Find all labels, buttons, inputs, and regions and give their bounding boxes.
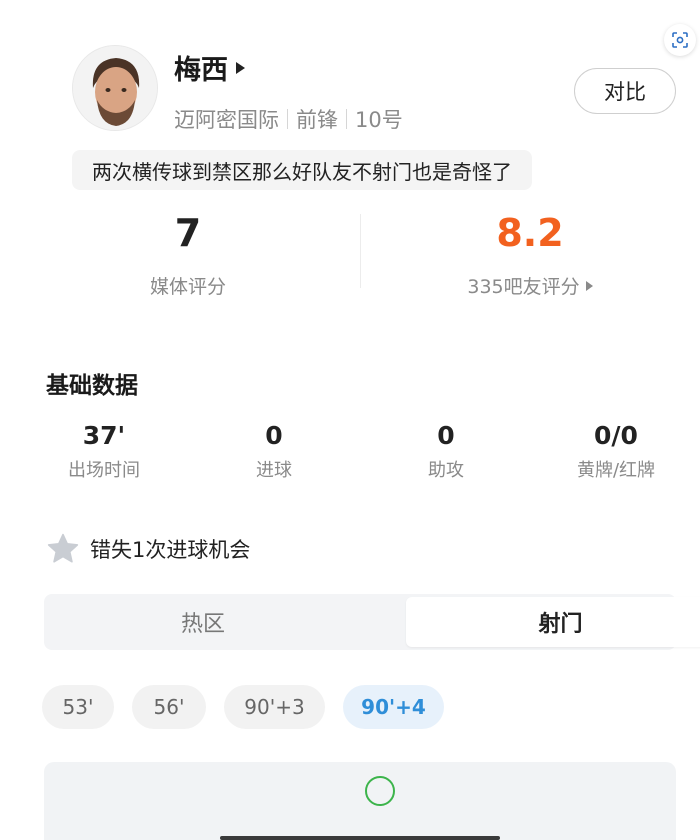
stat-value: 0/0 xyxy=(594,421,638,450)
pitch-line xyxy=(220,836,500,840)
stat-value: 0 xyxy=(437,421,455,450)
player-avatar-image xyxy=(73,46,157,130)
media-rating-label: 媒体评分 xyxy=(38,272,338,299)
player-number: 10号 xyxy=(355,108,403,132)
missed-chance-text: 错失1次进球机会 xyxy=(90,538,251,562)
media-rating-label-text: 媒体评分 xyxy=(149,276,226,298)
stat-cards: 0/0 黄牌/红牌 xyxy=(546,420,686,482)
fan-rating[interactable]: 8.2 335吧友评分 xyxy=(380,208,680,299)
scan-button[interactable] xyxy=(664,24,696,56)
player-position: 前锋 xyxy=(296,108,338,132)
stat-minutes: 37' 出场时间 xyxy=(34,420,174,482)
team-name[interactable]: 迈阿密国际 xyxy=(174,104,279,134)
stat-label: 进球 xyxy=(256,460,292,481)
shot-marker[interactable] xyxy=(365,776,395,806)
comment-bubble[interactable]: 两次横传球到禁区那么好队友不射门也是奇怪了 xyxy=(72,150,532,190)
player-avatar[interactable] xyxy=(72,45,158,131)
meta-divider xyxy=(346,109,347,129)
stat-value: 0 xyxy=(265,421,283,450)
meta-divider xyxy=(287,109,288,129)
player-meta: 迈阿密国际 前锋 10号 xyxy=(174,104,403,134)
missed-chance-row: 错失1次进球机会 xyxy=(46,532,250,566)
stat-goals: 0 进球 xyxy=(204,420,344,482)
stat-label: 助攻 xyxy=(428,460,464,481)
scan-icon xyxy=(672,32,688,48)
shot-map xyxy=(44,762,676,840)
heatmap-shots-tabs: 热区 射门 xyxy=(44,594,700,650)
rating-divider xyxy=(360,214,361,288)
fan-rating-arrow-icon xyxy=(585,280,593,291)
fan-rating-label-text: 335吧友评分 xyxy=(467,276,580,298)
fan-rating-label[interactable]: 335吧友评分 xyxy=(380,272,680,299)
stat-label: 出场时间 xyxy=(68,460,140,481)
name-arrow-icon[interactable] xyxy=(236,62,245,74)
stat-label: 黄牌/红牌 xyxy=(576,460,656,481)
shot-time-chip-active[interactable]: 90'+4 xyxy=(343,685,444,729)
media-rating-value: 7 xyxy=(174,211,202,255)
shot-time-chip[interactable]: 56' xyxy=(132,685,206,729)
tab-heatmap[interactable]: 热区 xyxy=(47,597,359,647)
stat-value: 37' xyxy=(82,421,126,450)
media-rating: 7 媒体评分 xyxy=(38,208,338,299)
stat-assists: 0 助攻 xyxy=(376,420,516,482)
fan-rating-value: 8.2 xyxy=(496,211,564,255)
tab-shots[interactable]: 射门 xyxy=(406,597,700,647)
shot-time-chip[interactable]: 53' xyxy=(42,685,114,729)
shot-time-chip[interactable]: 90'+3 xyxy=(224,685,325,729)
compare-button[interactable]: 对比 xyxy=(574,68,676,114)
player-name[interactable]: 梅西 xyxy=(174,48,228,87)
star-icon xyxy=(47,533,79,563)
section-title-basic-stats: 基础数据 xyxy=(46,373,138,399)
